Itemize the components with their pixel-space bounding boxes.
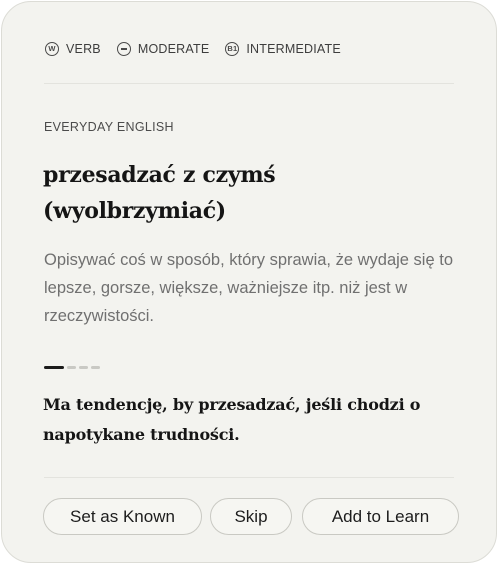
divider	[44, 477, 454, 478]
tag-part-of-speech: W VERB	[45, 42, 101, 56]
progress-segment	[79, 366, 88, 369]
category-label: EVERYDAY ENGLISH	[44, 120, 174, 134]
progress-segment	[67, 366, 76, 369]
tag-difficulty: MODERATE	[116, 42, 210, 56]
term-title: przesadzać z czymś (wyolbrzymiać)	[43, 162, 276, 224]
set-as-known-button[interactable]: Set as Known	[43, 498, 202, 535]
progress-segment	[44, 366, 64, 369]
example-sentence: Ma tendencję, by przesadzać, jeśli chodz…	[43, 395, 421, 444]
level-icon: B1	[225, 42, 240, 56]
moderate-icon	[116, 42, 131, 56]
tag-label: VERB	[66, 42, 101, 56]
tag-label: MODERATE	[137, 42, 210, 56]
tag-level: B1 INTERMEDIATE	[225, 42, 341, 56]
skip-button[interactable]: Skip	[210, 498, 292, 535]
tag-label: INTERMEDIATE	[246, 42, 341, 56]
tag-row: W VERB MODERATE B1 INTERMEDIATE	[45, 39, 357, 59]
progress-indicator	[44, 366, 103, 369]
divider	[44, 83, 454, 84]
definition-text: Opisywać coś w sposób, który sprawia, że…	[44, 251, 453, 325]
flashcard: W VERB MODERATE B1 INTERMEDIATE EVERYDAY…	[1, 1, 497, 563]
progress-segment	[91, 366, 100, 369]
verb-icon: W	[45, 42, 59, 56]
add-to-learn-button[interactable]: Add to Learn	[302, 498, 459, 535]
